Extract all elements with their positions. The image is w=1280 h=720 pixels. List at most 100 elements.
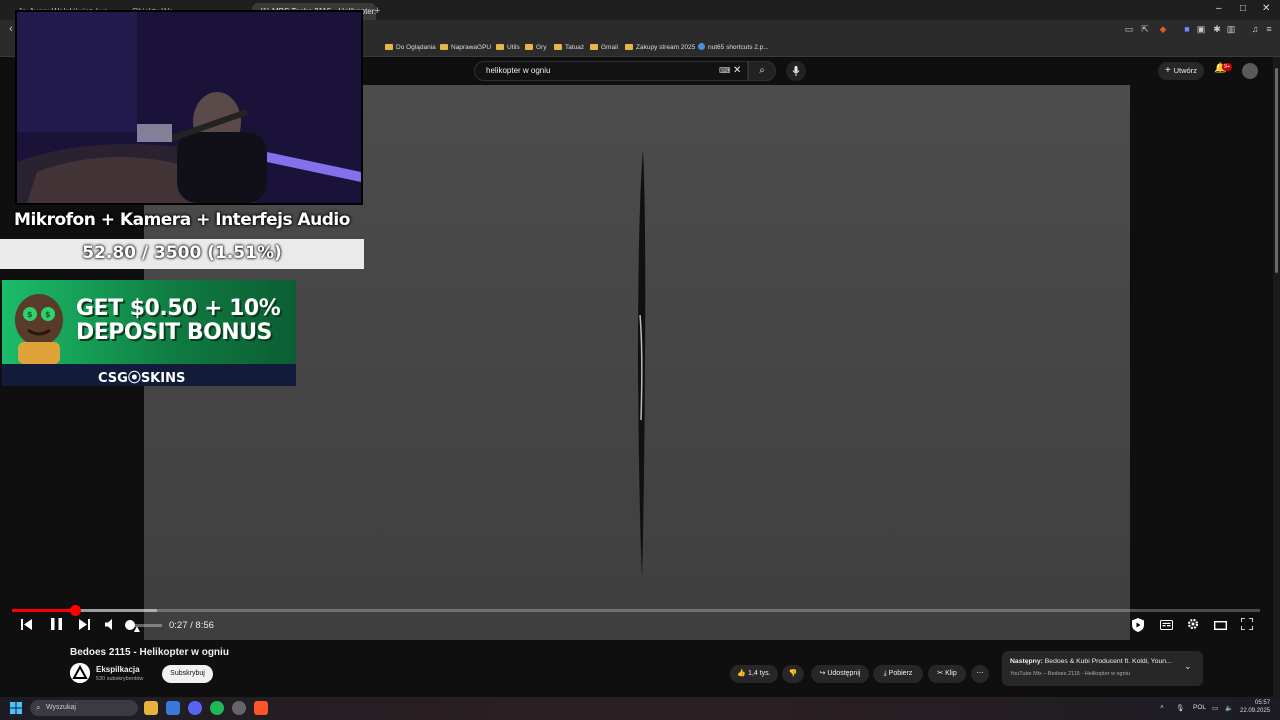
next-icon bbox=[78, 619, 90, 630]
bookmark-folder[interactable]: Do Oglądania bbox=[385, 43, 436, 52]
keyboard-icon[interactable]: ⌨ bbox=[719, 66, 731, 75]
folder-icon bbox=[554, 44, 562, 50]
extension-icon[interactable]: ■ bbox=[1182, 24, 1192, 34]
up-next-card[interactable] bbox=[1002, 651, 1203, 686]
new-tab-button[interactable]: + bbox=[374, 3, 384, 20]
search-query[interactable]: helikopter w ogniu bbox=[486, 66, 550, 75]
minimize-button[interactable]: – bbox=[1216, 3, 1222, 14]
svg-text:$: $ bbox=[45, 310, 51, 319]
brave-browser-icon[interactable] bbox=[254, 701, 268, 715]
puzzle-icon[interactable]: ✱ bbox=[1212, 24, 1222, 34]
scrollbar-thumb[interactable] bbox=[1275, 68, 1278, 273]
theater-mode-button[interactable] bbox=[1212, 618, 1228, 634]
chevron-down-icon[interactable]: ⌄ bbox=[1184, 661, 1192, 672]
mic-icon bbox=[792, 66, 800, 76]
clip-button[interactable]: ✂ Klip bbox=[928, 665, 966, 683]
subtitles-button[interactable] bbox=[1158, 618, 1174, 634]
store-icon[interactable] bbox=[166, 701, 180, 715]
share-icon[interactable]: ⇱ bbox=[1140, 24, 1150, 34]
download-label: Pobierz bbox=[888, 670, 913, 677]
bookmark-folder[interactable]: Tatuaż bbox=[554, 43, 584, 52]
search-icon: ⌕ bbox=[759, 65, 765, 76]
obs-icon[interactable] bbox=[232, 701, 246, 715]
progress-played bbox=[12, 609, 75, 612]
ad-brand-logo: CSG⦿SKINS bbox=[98, 371, 186, 386]
menu-icon[interactable]: ≡ bbox=[1264, 24, 1274, 34]
bookmark-folder[interactable]: Gry bbox=[525, 43, 546, 52]
sidebar-icon[interactable]: ▥ bbox=[1226, 24, 1236, 34]
create-button[interactable]: + Utwórz bbox=[1158, 62, 1204, 80]
brave-shield-icon[interactable]: ◆ bbox=[1158, 24, 1168, 34]
mute-button[interactable] bbox=[102, 618, 118, 634]
previous-icon bbox=[20, 619, 32, 630]
language-indicator[interactable]: POL bbox=[1193, 704, 1206, 711]
close-window-button[interactable]: ✕ bbox=[1262, 3, 1270, 14]
thumbs-up-icon: 👍 bbox=[737, 670, 749, 677]
download-button[interactable]: ⤓ Pobierz bbox=[873, 665, 923, 683]
fullscreen-icon bbox=[1240, 617, 1254, 631]
video-title: Bedoes 2115 - Helikopter w ogniu bbox=[70, 647, 229, 658]
media-icon[interactable]: ♫ bbox=[1250, 24, 1260, 34]
speaker-icon[interactable]: 🔈 bbox=[1225, 704, 1233, 712]
gear-icon bbox=[1187, 618, 1199, 630]
ad-headline-line1: GET $0.50 + 10% bbox=[76, 296, 281, 321]
spotify-icon[interactable] bbox=[210, 701, 224, 715]
maximize-button[interactable]: □ bbox=[1240, 3, 1246, 14]
thumbs-down-icon: 👎 bbox=[788, 670, 798, 677]
pause-button[interactable] bbox=[48, 618, 64, 634]
taskbar-clock[interactable]: 05:57 22.09.2025 bbox=[1240, 699, 1270, 715]
mouse-cursor-icon: ▲ bbox=[132, 624, 142, 635]
cast-icon[interactable]: ▭ bbox=[1124, 24, 1134, 34]
folder-icon bbox=[590, 44, 598, 50]
ad-headline-line2: DEPOSIT BONUS bbox=[76, 320, 272, 345]
like-button[interactable]: 👍 1,4 tys. bbox=[730, 665, 778, 683]
account-avatar[interactable] bbox=[1242, 63, 1258, 79]
previous-button[interactable] bbox=[18, 618, 34, 634]
donation-goal-text: 52.80 / 3500 (1.51%) bbox=[82, 243, 282, 263]
folder-icon bbox=[625, 44, 633, 50]
bookmark-folder[interactable]: NaprawaGPU bbox=[440, 43, 491, 52]
progress-bar[interactable] bbox=[12, 609, 1260, 612]
scissors-icon: ✂ bbox=[937, 670, 946, 677]
clear-search-icon[interactable]: ✕ bbox=[733, 65, 741, 76]
time-current: 0:27 bbox=[169, 620, 188, 631]
bookmark-link[interactable]: nut65 shortcuts 2.p... bbox=[698, 43, 769, 52]
settings-button[interactable] bbox=[1185, 618, 1201, 634]
extension-icon[interactable]: ▣ bbox=[1196, 24, 1206, 34]
more-actions-button[interactable]: ⋯ bbox=[971, 665, 989, 683]
channel-avatar[interactable] bbox=[70, 663, 90, 683]
folder-icon bbox=[440, 44, 448, 50]
windows-start-icon[interactable] bbox=[10, 702, 22, 714]
share-button[interactable]: ↪ Udostępnij bbox=[811, 665, 869, 683]
folder-icon bbox=[496, 44, 504, 50]
microphone-tray-icon[interactable]: 🎙 bbox=[1176, 704, 1184, 712]
bookmark-folder[interactable]: Gmail bbox=[590, 43, 618, 52]
network-icon[interactable]: ▭ bbox=[1212, 704, 1218, 712]
notification-count-badge: 9+ bbox=[1222, 63, 1233, 71]
search-button[interactable]: ⌕ bbox=[748, 61, 776, 81]
file-explorer-icon[interactable] bbox=[144, 701, 158, 715]
subscribe-button[interactable]: Subskrybuj bbox=[162, 665, 213, 683]
chrome-icon bbox=[698, 43, 705, 50]
share-label: Udostępnij bbox=[827, 670, 861, 677]
taskbar-search-placeholder: Wyszukaj bbox=[46, 704, 76, 711]
progress-scrubber-handle[interactable] bbox=[70, 605, 81, 616]
voice-search-button[interactable] bbox=[786, 61, 806, 81]
search-icon: ⌕ bbox=[36, 703, 41, 712]
fullscreen-button[interactable] bbox=[1239, 617, 1255, 634]
taskbar-search-input[interactable]: Wyszukaj bbox=[30, 700, 138, 716]
up-next-title[interactable]: Następny: Bedoes & Kubi Producent ft. Ko… bbox=[1010, 658, 1175, 665]
shield-play-icon bbox=[1132, 618, 1144, 632]
folder-icon bbox=[385, 44, 393, 50]
discord-icon[interactable] bbox=[188, 701, 202, 715]
tray-chevron-up-icon[interactable]: ˄ bbox=[1160, 704, 1164, 711]
sponsorblock-button[interactable] bbox=[1130, 618, 1146, 634]
subtitles-icon bbox=[1159, 620, 1173, 630]
dislike-button[interactable]: 👎 bbox=[782, 665, 804, 683]
create-label: Utwórz bbox=[1173, 66, 1197, 75]
next-button[interactable] bbox=[76, 618, 92, 634]
subscriber-count: 530 subskrybentów bbox=[96, 676, 144, 682]
bookmark-folder[interactable]: Utils bbox=[496, 43, 520, 52]
channel-name[interactable]: Ekspilkacja bbox=[96, 665, 140, 674]
bookmark-folder[interactable]: Zakupy stream 2025 bbox=[625, 43, 695, 52]
